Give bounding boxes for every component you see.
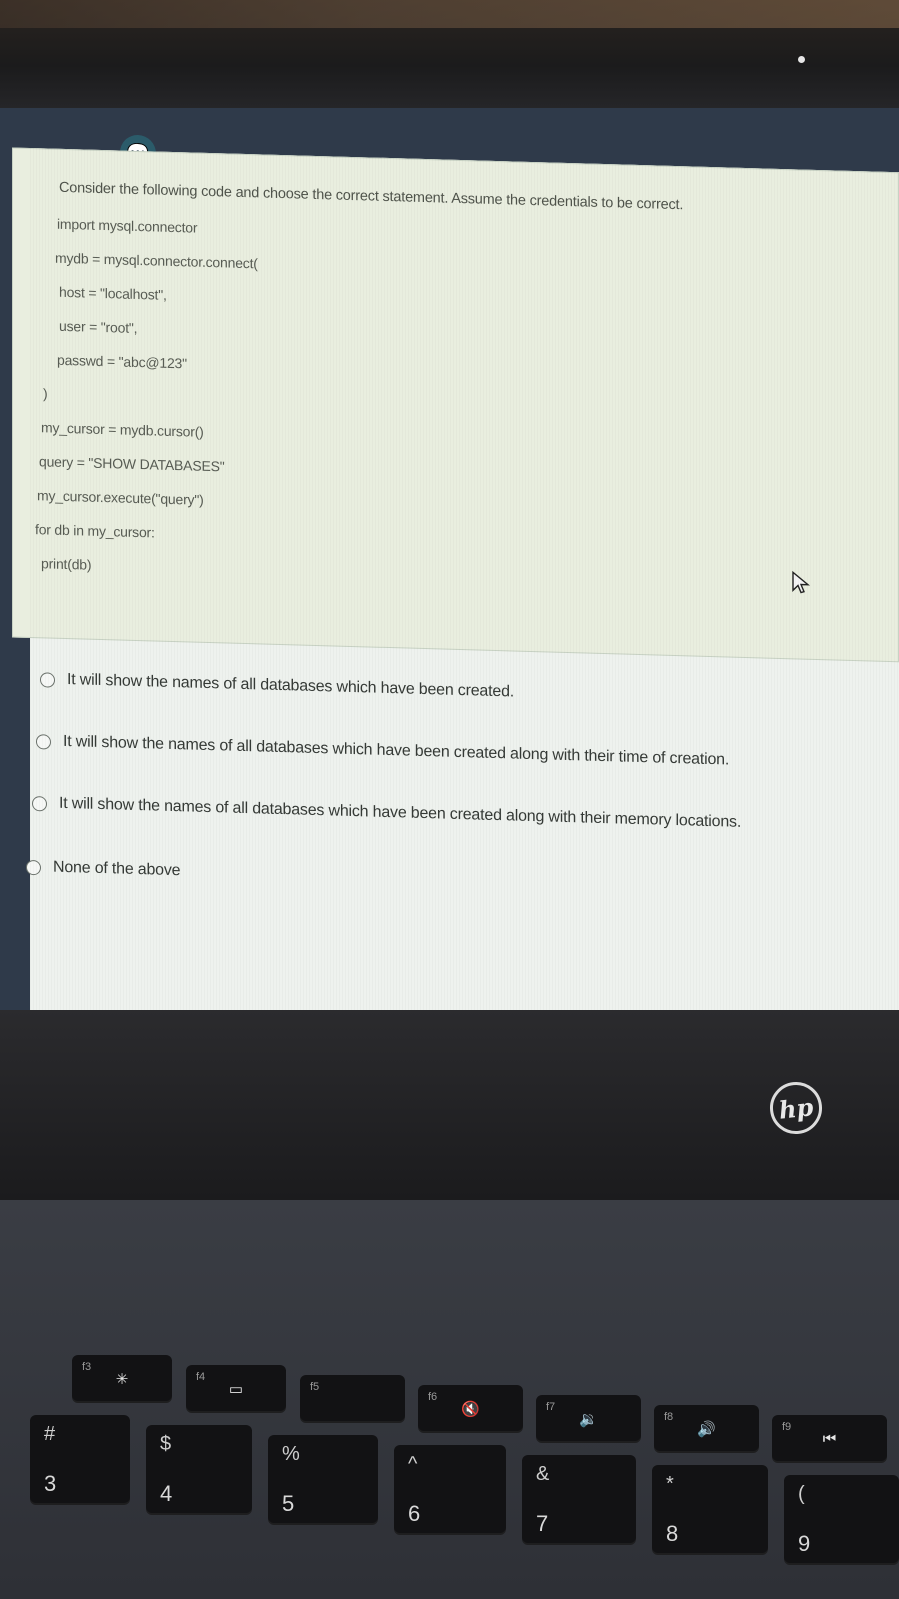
quiz-page: 💬 Consider the following code and choose… [12, 134, 899, 1053]
volume-down-icon: 🔉 [579, 1411, 598, 1428]
key-5[interactable]: % 5 [268, 1435, 378, 1525]
key-6[interactable]: ^ 6 [394, 1445, 506, 1535]
code-line: import mysql.connector [57, 215, 198, 236]
option-4[interactable]: None of the above [26, 858, 180, 880]
radio-button[interactable] [36, 733, 51, 750]
option-1[interactable]: It will show the names of all databases … [40, 670, 514, 701]
radio-button[interactable] [26, 859, 41, 875]
background-wall [0, 0, 899, 28]
laptop-screen: 💬 Consider the following code and choose… [0, 108, 899, 1053]
keyboard-deck: f3 ✳ f4 ▭ f5 f6 🔇 f7 🔉 f8 🔊 f9 ⏮ # 3 $ 4… [0, 1200, 899, 1599]
option-label: None of the above [53, 858, 181, 880]
brightness-icon: ✳ [115, 1371, 129, 1388]
key-8[interactable]: * 8 [652, 1465, 768, 1555]
screen-bezel [0, 1010, 899, 1210]
key-f6[interactable]: f6 🔇 [418, 1385, 523, 1433]
key-f7[interactable]: f7 🔉 [536, 1395, 641, 1443]
webcam-indicator [798, 56, 805, 63]
key-3[interactable]: # 3 [30, 1415, 130, 1505]
option-3[interactable]: It will show the names of all databases … [32, 794, 741, 832]
question-prompt: Consider the following code and choose t… [59, 179, 684, 214]
option-2[interactable]: It will show the names of all databases … [36, 732, 729, 769]
option-label: It will show the names of all databases … [59, 794, 742, 831]
key-f5[interactable]: f5 [300, 1375, 405, 1423]
code-line: host = "localhost", [59, 283, 167, 303]
code-line: ) [43, 385, 48, 402]
key-f9[interactable]: f9 ⏮ [772, 1415, 887, 1463]
volume-up-icon: 🔊 [697, 1421, 716, 1438]
key-f4[interactable]: f4 ▭ [186, 1365, 286, 1413]
key-f8[interactable]: f8 🔊 [654, 1405, 759, 1453]
key-f3[interactable]: f3 ✳ [72, 1355, 172, 1403]
code-line: mydb = mysql.connector.connect( [55, 249, 258, 272]
code-line: for db in my_cursor: [35, 521, 155, 541]
radio-button[interactable] [32, 795, 47, 811]
code-line: user = "root", [59, 317, 138, 336]
code-line: print(db) [41, 555, 92, 573]
option-label: It will show the names of all databases … [63, 732, 730, 769]
code-line: my_cursor.execute("query") [37, 487, 204, 508]
previous-track-icon: ⏮ [822, 1430, 837, 1448]
code-line: query = "SHOW DATABASES" [39, 453, 225, 475]
key-7[interactable]: & 7 [522, 1455, 636, 1545]
mute-icon: 🔇 [461, 1401, 480, 1418]
option-label: It will show the names of all databases … [67, 671, 515, 701]
display-icon: ▭ [228, 1381, 244, 1398]
mouse-pointer-icon [792, 570, 810, 594]
key-4[interactable]: $ 4 [146, 1425, 252, 1515]
code-line: my_cursor = mydb.cursor() [41, 419, 204, 440]
question-card: Consider the following code and choose t… [12, 147, 899, 663]
radio-button[interactable] [40, 671, 55, 688]
code-line: passwd = "abc@123" [57, 351, 187, 372]
key-9[interactable]: ( 9 [784, 1475, 899, 1565]
